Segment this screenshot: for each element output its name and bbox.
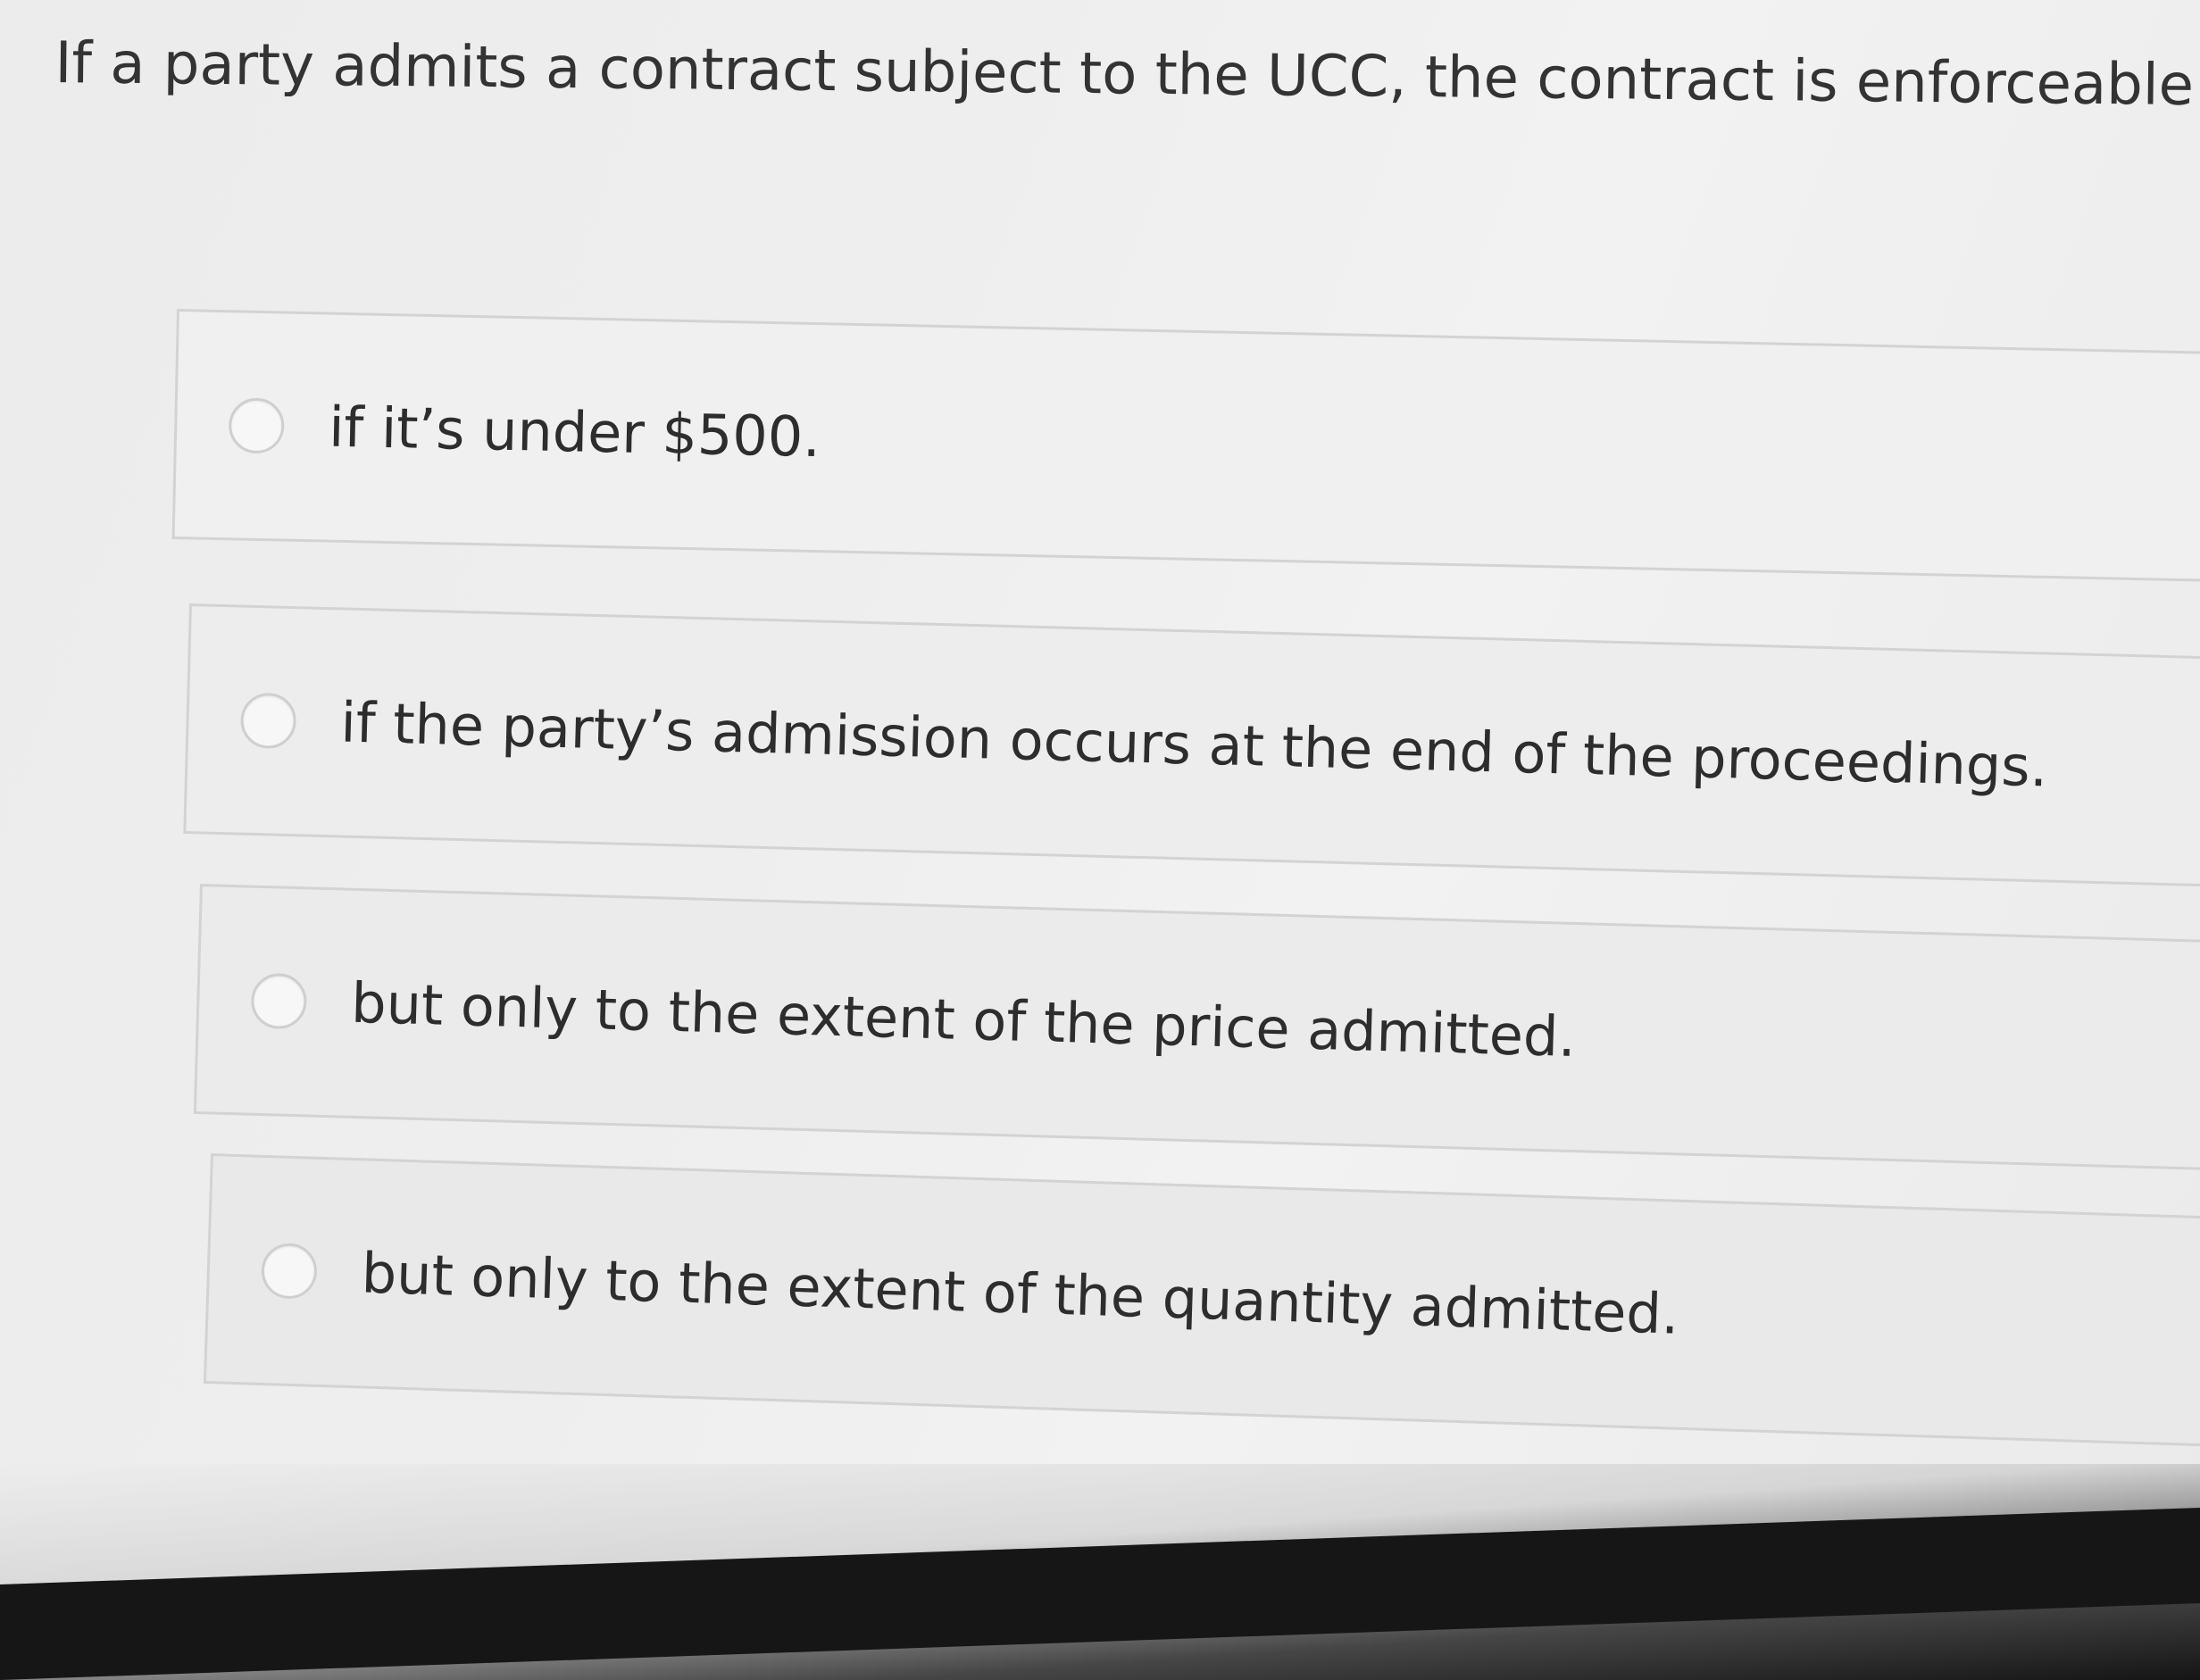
answer-option-label: but only to the extent of the quantity a… — [360, 1240, 1680, 1347]
answer-option-label: if it’s under $500. — [328, 394, 821, 470]
radio-button-icon[interactable] — [228, 397, 285, 454]
radio-button-icon[interactable] — [250, 972, 308, 1030]
answer-options-group: if it’s under $500. if the party’s admis… — [0, 0, 2200, 1680]
answer-option-1[interactable]: if it’s under $500. — [171, 309, 2200, 582]
answer-option-label: if the party’s admission occurs at the e… — [339, 689, 2049, 800]
answer-option-2[interactable]: if the party’s admission occurs at the e… — [183, 603, 2200, 887]
quiz-screen: If a party admits a contract subject to … — [0, 0, 2200, 1680]
radio-button-icon[interactable] — [260, 1242, 318, 1300]
answer-option-4[interactable]: but only to the extent of the quantity a… — [203, 1153, 2200, 1447]
radio-button-icon[interactable] — [239, 692, 297, 750]
answer-option-label: but only to the extent of the price admi… — [350, 969, 1578, 1069]
answer-option-3[interactable]: but only to the extent of the price admi… — [193, 884, 2200, 1171]
